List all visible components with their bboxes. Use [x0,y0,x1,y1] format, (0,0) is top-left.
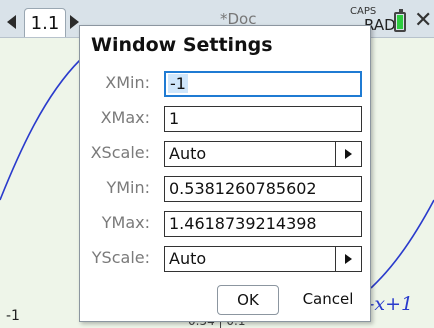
yscale-select[interactable]: Auto [164,246,362,272]
xmax-field[interactable]: 1 [164,106,362,132]
xmin-label: XMin: [105,73,150,92]
ok-button[interactable]: OK [217,285,279,315]
xscale-value: Auto [169,144,207,163]
tab-page[interactable]: 1.1 [24,8,66,37]
cancel-button[interactable]: Cancel [290,285,366,315]
window-settings-dialog: Window Settings XMin: -1 XMax: 1 XScale:… [79,25,371,322]
battery-icon [394,9,406,32]
axis-xmin-label: -1 [6,308,20,324]
ymin-field[interactable]: 0.5381260785602 [164,176,362,202]
next-page-arrow-icon[interactable] [70,15,79,29]
xmin-field[interactable]: -1 [164,71,362,97]
xscale-dropdown-arrow-icon[interactable] [335,142,361,166]
function-curve-left [0,59,81,201]
xscale-label: XScale: [90,143,150,162]
yscale-value: Auto [169,249,207,268]
function-curve-right [370,199,434,289]
xmin-value: -1 [168,74,188,93]
close-icon[interactable]: ✕ [414,8,432,33]
dialog-title: Window Settings [91,34,273,56]
xmax-label: XMax: [100,108,150,127]
ymin-label: YMin: [106,178,150,197]
yscale-label: YScale: [91,248,150,267]
yscale-dropdown-arrow-icon[interactable] [335,247,361,271]
function-label: -x+1 [368,293,414,315]
xscale-select[interactable]: Auto [164,141,362,167]
prev-page-arrow-icon[interactable] [7,15,16,29]
ymax-label: YMax: [101,213,150,232]
ymax-field[interactable]: 1.4618739214398 [164,211,362,237]
